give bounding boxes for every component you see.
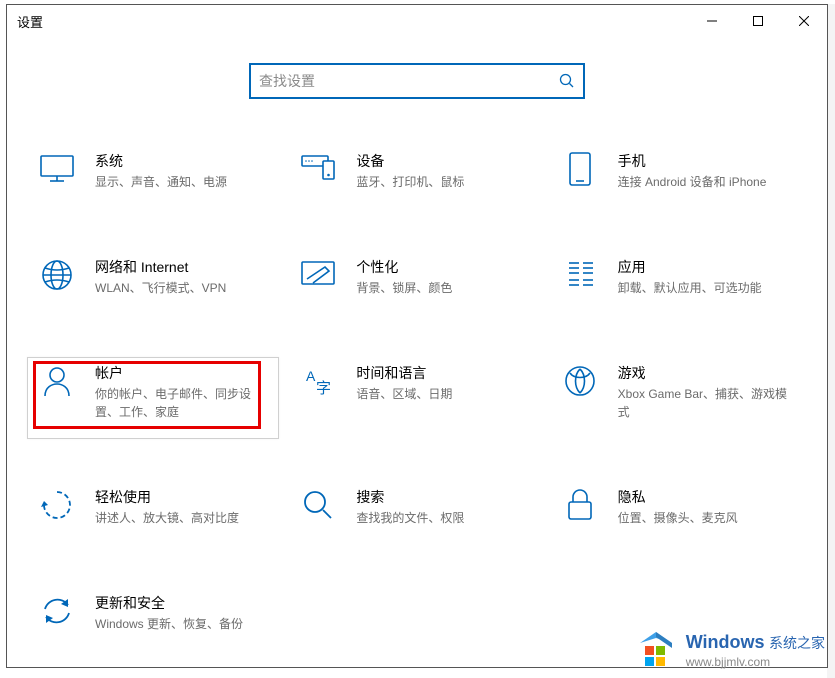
settings-window: 设置 系统 显示、声音、通知、: [6, 4, 828, 668]
card-personalization[interactable]: 个性化 背景、锁屏、颜色: [296, 253, 537, 301]
window-title: 设置: [17, 12, 43, 31]
card-system[interactable]: 系统 显示、声音、通知、电源: [35, 147, 276, 195]
card-title: 轻松使用: [95, 487, 239, 507]
card-search[interactable]: 搜索 查找我的文件、权限: [296, 483, 537, 531]
card-network[interactable]: 网络和 Internet WLAN、飞行模式、VPN: [35, 253, 276, 301]
close-button[interactable]: [781, 5, 827, 37]
personalization-icon: [300, 257, 336, 293]
accounts-tile-border: [27, 357, 279, 439]
card-desc: 查找我的文件、权限: [356, 509, 464, 527]
card-desc: WLAN、飞行模式、VPN: [95, 279, 226, 297]
card-apps[interactable]: 应用 卸载、默认应用、可选功能: [558, 253, 799, 301]
card-update-security[interactable]: 更新和安全 Windows 更新、恢复、备份: [35, 589, 276, 637]
update-icon: [39, 593, 75, 629]
card-privacy[interactable]: 隐私 位置、摄像头、麦克风: [558, 483, 799, 531]
svg-text:A: A: [306, 368, 316, 384]
card-title: 时间和语言: [356, 363, 452, 383]
watermark-logo-icon: [634, 628, 678, 672]
watermark: Windows 系统之家 www.bjjmlv.com: [634, 628, 825, 672]
watermark-brand-cn: 系统之家: [769, 635, 825, 651]
card-title: 个性化: [356, 257, 452, 277]
card-title: 更新和安全: [95, 593, 243, 613]
card-time-language[interactable]: A字 时间和语言 语音、区域、日期: [296, 359, 537, 425]
watermark-url: www.bjjmlv.com: [686, 656, 825, 668]
card-desc: 语音、区域、日期: [356, 385, 452, 403]
card-desc: Xbox Game Bar、捕获、游戏模式: [618, 385, 795, 421]
card-desc: 连接 Android 设备和 iPhone: [618, 173, 767, 191]
search-box[interactable]: [249, 63, 585, 99]
watermark-brand-en: Windows: [686, 632, 765, 652]
card-title: 隐私: [618, 487, 738, 507]
minimize-button[interactable]: [689, 5, 735, 37]
right-scroll-strip: [827, 4, 835, 678]
card-title: 网络和 Internet: [95, 257, 226, 277]
titlebar: 设置: [7, 5, 827, 37]
card-phone[interactable]: 手机 连接 Android 设备和 iPhone: [558, 147, 799, 195]
phone-icon: [562, 151, 598, 187]
card-desc: 讲述人、放大镜、高对比度: [95, 509, 239, 527]
system-icon: [39, 151, 75, 187]
card-gaming[interactable]: 游戏 Xbox Game Bar、捕获、游戏模式: [558, 359, 799, 425]
time-language-icon: A字: [300, 363, 336, 399]
card-desc: 显示、声音、通知、电源: [95, 173, 227, 191]
maximize-button[interactable]: [735, 5, 781, 37]
search-input[interactable]: [259, 73, 559, 89]
card-title: 应用: [618, 257, 762, 277]
search-category-icon: [300, 487, 336, 523]
card-desc: 卸载、默认应用、可选功能: [618, 279, 762, 297]
privacy-icon: [562, 487, 598, 523]
card-desc: 背景、锁屏、颜色: [356, 279, 452, 297]
card-desc: 蓝牙、打印机、鼠标: [356, 173, 464, 191]
search-row: [7, 63, 827, 99]
devices-icon: [300, 151, 336, 187]
gaming-icon: [562, 363, 598, 399]
svg-text:字: 字: [316, 380, 331, 397]
search-icon: [559, 73, 575, 89]
card-title: 手机: [618, 151, 767, 171]
card-title: 搜索: [356, 487, 464, 507]
card-desc: 位置、摄像头、麦克风: [618, 509, 738, 527]
card-desc: Windows 更新、恢复、备份: [95, 615, 243, 633]
window-controls: [689, 5, 827, 37]
card-title: 设备: [356, 151, 464, 171]
apps-icon: [562, 257, 598, 293]
card-title: 系统: [95, 151, 227, 171]
card-devices[interactable]: 设备 蓝牙、打印机、鼠标: [296, 147, 537, 195]
card-ease-of-access[interactable]: 轻松使用 讲述人、放大镜、高对比度: [35, 483, 276, 531]
globe-icon: [39, 257, 75, 293]
ease-of-access-icon: [39, 487, 75, 523]
card-title: 游戏: [618, 363, 795, 383]
